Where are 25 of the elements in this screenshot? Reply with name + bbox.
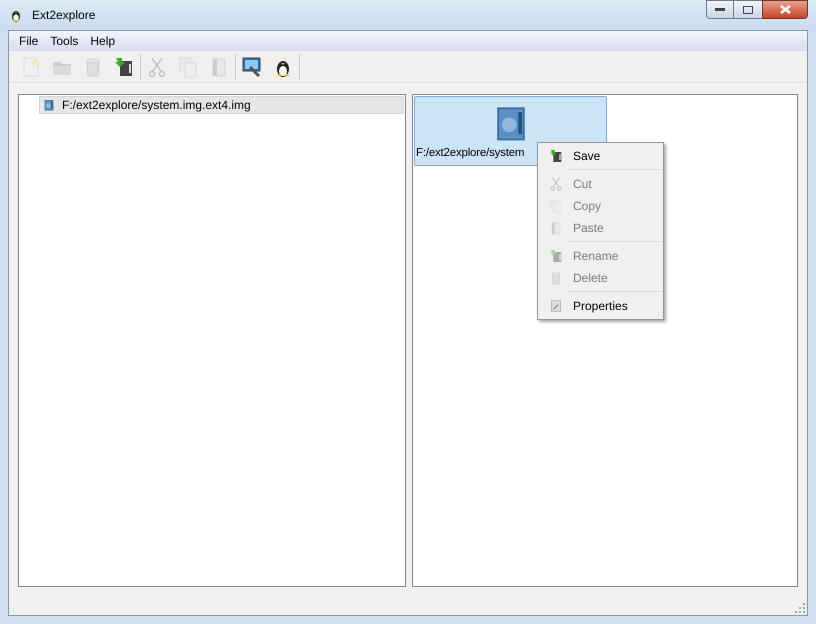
- menu-item-label: Copy: [573, 198, 602, 215]
- menu-item-label: Paste: [573, 220, 604, 237]
- menu-item-label: Rename: [573, 248, 618, 265]
- menu-item-label: Properties: [573, 298, 628, 315]
- resize-grip-icon: [795, 603, 805, 613]
- menu-item-label: Delete: [573, 270, 608, 287]
- context-menu-item[interactable]: Properties: [538, 295, 663, 317]
- menu-item-label: Save: [573, 148, 600, 165]
- save-icon: [548, 148, 564, 164]
- menu-item[interactable]: Help: [84, 32, 122, 50]
- window-title: Ext2explore: [32, 7, 96, 24]
- maximize-icon: [743, 6, 753, 14]
- minimize-button[interactable]: [706, 0, 734, 19]
- scissors-icon: [548, 176, 564, 192]
- close-button[interactable]: [762, 0, 808, 19]
- minimize-icon: [715, 8, 725, 12]
- menu-item-label: Cut: [573, 176, 592, 193]
- save-icon: [548, 248, 564, 264]
- tree-item[interactable]: F:/ext2explore/system.img.ext4.img: [39, 96, 404, 114]
- tree-item-label: F:/ext2explore/system.img.ext4.img: [62, 97, 251, 114]
- menu-item[interactable]: File: [13, 32, 44, 50]
- close-icon: [780, 5, 790, 14]
- menu-item[interactable]: Tools: [44, 32, 84, 50]
- maximize-button[interactable]: [734, 0, 762, 19]
- file-label: F:/ext2explore/system: [415, 146, 524, 161]
